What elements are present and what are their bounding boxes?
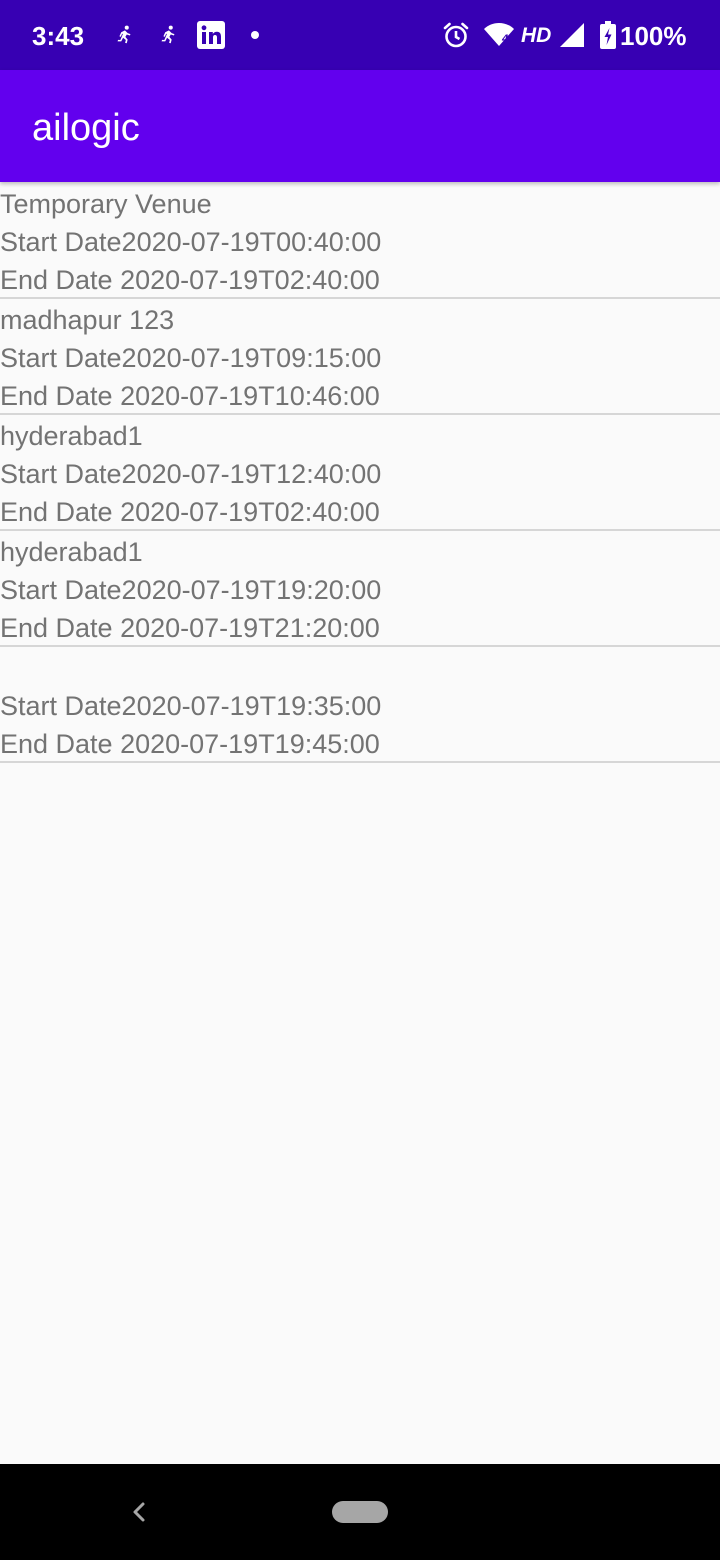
running-person-icon: [156, 0, 180, 70]
running-person-icon: [112, 0, 136, 70]
wifi-icon: 4: [482, 0, 516, 70]
event-item[interactable]: madhapur 123 Start Date2020-07-19T09:15:…: [0, 299, 720, 415]
battery-charging-icon: [598, 0, 618, 70]
event-item[interactable]: Temporary Venue Start Date2020-07-19T00:…: [0, 183, 720, 299]
event-end-date: End Date 2020-07-19T02:40:00: [0, 497, 380, 527]
back-icon[interactable]: [124, 1492, 154, 1532]
network-type-label: HD: [521, 24, 552, 47]
alarm-icon: [442, 0, 470, 70]
home-pill-icon[interactable]: [332, 1501, 388, 1523]
event-start-date: Start Date2020-07-19T00:40:00: [0, 227, 382, 257]
signal-icon: [558, 0, 586, 70]
event-item[interactable]: Start Date2020-07-19T19:35:00 End Date 2…: [0, 647, 720, 763]
navigation-bar: [0, 1464, 720, 1560]
status-bar: 3:43 4 HD 100%: [0, 0, 720, 70]
event-start-date: Start Date2020-07-19T19:35:00: [0, 691, 382, 721]
notification-dot-icon: [246, 0, 264, 70]
event-list: Temporary Venue Start Date2020-07-19T00:…: [0, 183, 720, 763]
event-venue: madhapur 123: [0, 305, 175, 335]
event-start-date: Start Date2020-07-19T09:15:00: [0, 343, 382, 373]
linkedin-icon: [197, 0, 225, 70]
event-end-date: End Date 2020-07-19T10:46:00: [0, 381, 380, 411]
svg-text:4: 4: [501, 33, 508, 45]
status-time: 3:43: [32, 21, 85, 51]
event-venue: Temporary Venue: [0, 189, 212, 219]
event-item[interactable]: hyderabad1 Start Date2020-07-19T12:40:00…: [0, 415, 720, 531]
event-item[interactable]: hyderabad1 Start Date2020-07-19T19:20:00…: [0, 531, 720, 647]
event-end-date: End Date 2020-07-19T02:40:00: [0, 265, 380, 295]
battery-percentage: 100%: [620, 21, 687, 51]
event-start-date: Start Date2020-07-19T19:20:00: [0, 575, 382, 605]
event-venue: hyderabad1: [0, 421, 143, 451]
event-end-date: End Date 2020-07-19T19:45:00: [0, 729, 380, 759]
event-venue: hyderabad1: [0, 537, 143, 567]
event-end-date: End Date 2020-07-19T21:20:00: [0, 613, 380, 643]
event-venue: [0, 649, 720, 687]
event-start-date: Start Date2020-07-19T12:40:00: [0, 459, 382, 489]
app-bar: ailogic: [0, 70, 720, 182]
app-title: ailogic: [32, 107, 140, 149]
